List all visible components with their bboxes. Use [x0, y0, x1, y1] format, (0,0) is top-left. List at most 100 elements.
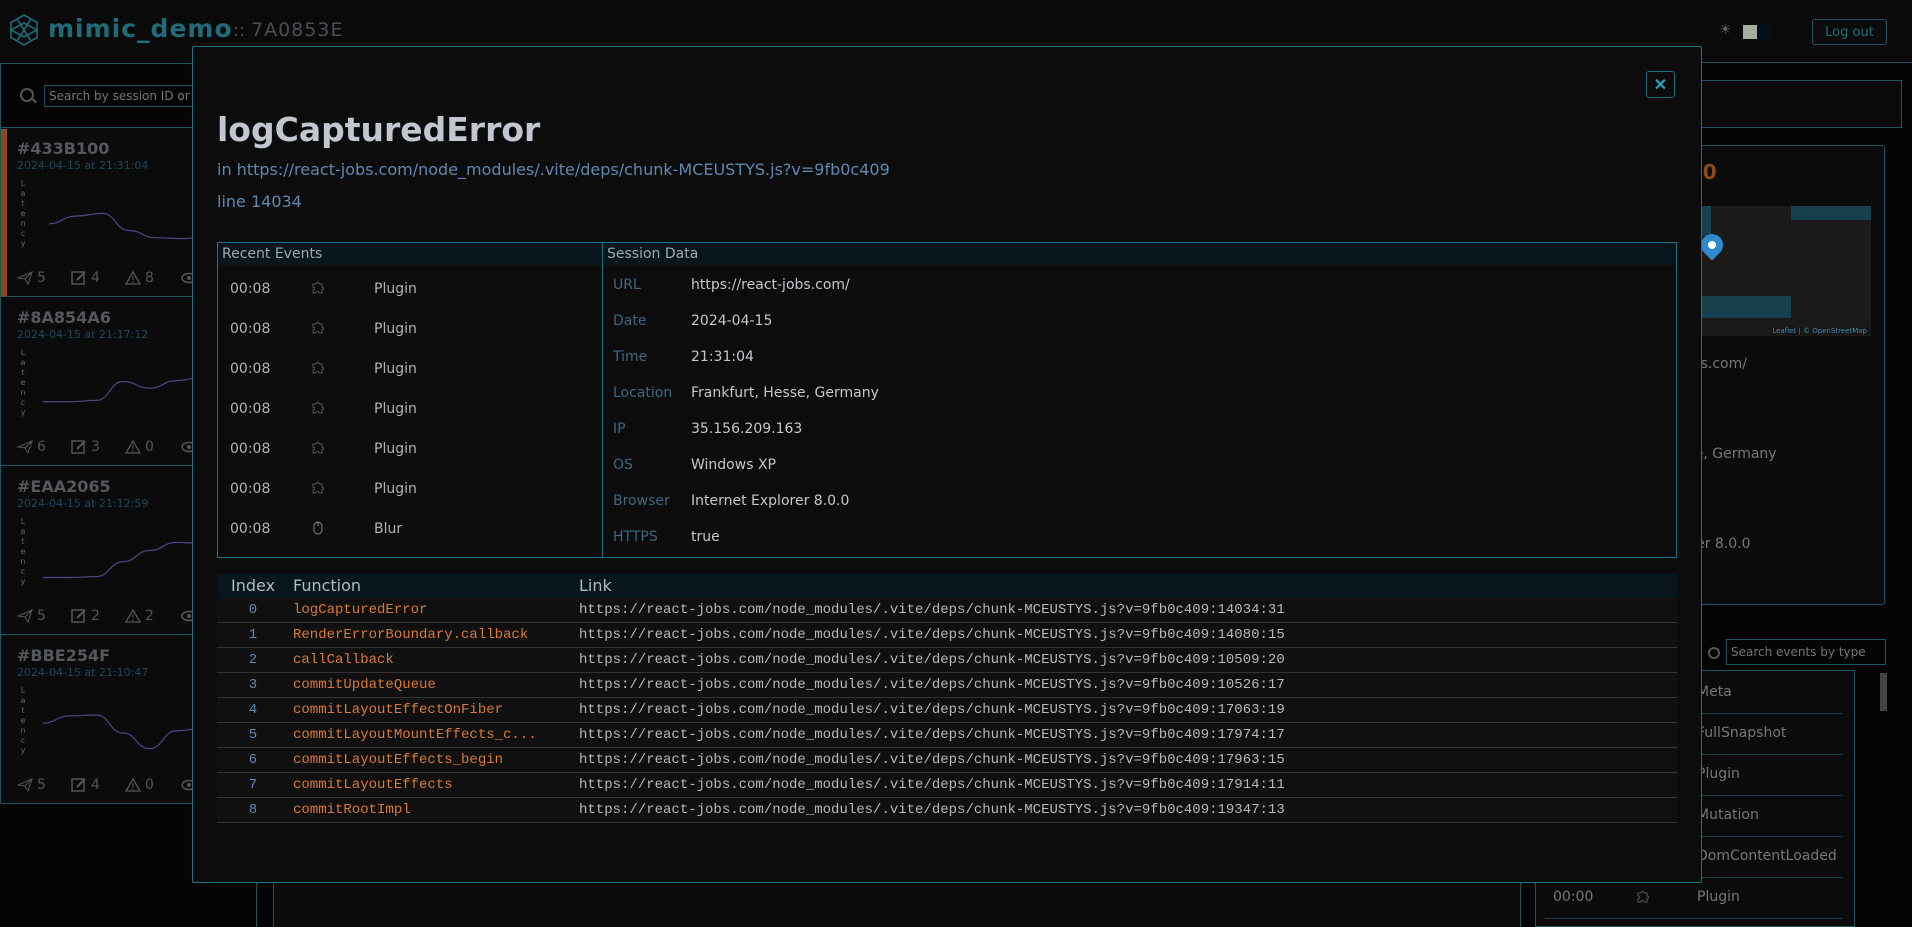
recent-event-row[interactable]: 00:08 Plugin [218, 429, 602, 469]
frame-index: 8 [248, 802, 258, 818]
puzzle-icon [310, 440, 326, 456]
latency-sparkline [48, 212, 207, 240]
close-modal-button[interactable]: ✕ [1646, 71, 1675, 98]
error-source-file[interactable]: in https://react-jobs.com/node_modules/.… [217, 160, 890, 179]
stack-frame-row[interactable]: 0 logCapturedError https://react-jobs.com/… [217, 598, 1677, 623]
project-id: 7A0853E [251, 19, 344, 41]
frame-link[interactable]: https://react-jobs.com/node_modules/.vit… [579, 602, 1285, 618]
recent-event-row[interactable]: 00:08 Plugin [218, 469, 602, 509]
event-list-row[interactable]: 00:00 Plugin [1545, 878, 1842, 919]
session-data-key: OS [613, 457, 633, 473]
stack-frame-row[interactable]: 1 RenderErrorBoundary.callback https://rea… [217, 623, 1677, 648]
errors-stat: 2 [125, 607, 154, 625]
frame-link[interactable]: https://react-jobs.com/node_modules/.vit… [579, 677, 1285, 693]
stack-trace-table: Index Function Link 0 logCapturedError htt… [217, 574, 1677, 823]
session-data-row: OS Windows XP [603, 447, 1676, 483]
frame-function: commitLayoutEffectOnFiber [293, 702, 504, 718]
frame-link[interactable]: https://react-jobs.com/node_modules/.vit… [579, 752, 1285, 768]
edit-icon [71, 271, 86, 285]
clicks-stat: 6 [17, 438, 46, 456]
logo-icon [9, 14, 39, 46]
event-search-input[interactable] [1726, 639, 1886, 665]
stack-frame-row[interactable]: 4 commitLayoutEffectOnFiber https://react-… [217, 698, 1677, 723]
session-data-key: Time [613, 349, 648, 365]
event-time: 00:08 [230, 521, 271, 537]
frame-link[interactable]: https://react-jobs.com/node_modules/.vit… [579, 727, 1285, 743]
column-header-link: Link [579, 576, 612, 595]
logout-button[interactable]: Log out [1812, 19, 1887, 45]
session-data-row: Location Frankfurt, Hesse, Germany [603, 375, 1676, 411]
frame-link[interactable]: https://react-jobs.com/node_modules/.vit… [579, 627, 1285, 643]
puzzle-icon [1635, 889, 1651, 909]
event-type: FullSnapshot [1697, 725, 1787, 741]
frame-function: RenderErrorBoundary.callback [293, 627, 529, 643]
recent-event-row[interactable]: 00:08 Plugin [218, 269, 602, 309]
session-data-row: Browser Internet Explorer 8.0.0 [603, 483, 1676, 519]
recent-event-row[interactable]: 00:08 Blur [218, 509, 602, 549]
stack-frame-row[interactable]: 6 commitLayoutEffects_begin https://react-… [217, 748, 1677, 773]
session-data-row: URL https://react-jobs.com/ [603, 267, 1676, 303]
send-icon [17, 778, 33, 792]
latency-axis-label: Latency [20, 348, 26, 417]
brand-name[interactable]: mimic_demo [48, 14, 233, 43]
puzzle-icon [310, 400, 326, 416]
frame-link[interactable]: https://react-jobs.com/node_modules/.vit… [579, 802, 1285, 818]
errors-stat: 0 [125, 776, 154, 794]
frame-index: 7 [248, 777, 258, 793]
frame-index: 5 [248, 727, 258, 743]
send-icon [17, 271, 33, 285]
session-id: #BBE254F [17, 646, 111, 665]
close-icon: ✕ [1653, 76, 1668, 94]
latency-sparkline [43, 376, 201, 403]
frame-link[interactable]: https://react-jobs.com/node_modules/.vit… [579, 777, 1285, 793]
search-icon [20, 88, 34, 102]
stack-frame-row[interactable]: 2 callCallback https://react-jobs.com/node… [217, 648, 1677, 673]
puzzle-icon [310, 320, 326, 336]
stack-frame-row[interactable]: 5 commitLayoutMountEffects_c... https://re… [217, 723, 1677, 748]
mouse-icon [310, 520, 326, 536]
stack-frame-row[interactable]: 3 commitUpdateQueue https://react-jobs.com… [217, 673, 1677, 698]
session-data-value: 21:31:04 [691, 349, 754, 365]
session-data-key: Browser [613, 493, 670, 509]
latency-line [43, 541, 201, 579]
session-id: #EAA2065 [17, 477, 111, 496]
session-datetime: 2024-04-15 at 21:10:47 [17, 666, 149, 679]
session-data-value: Windows XP [691, 457, 776, 473]
event-type: Plugin [374, 481, 417, 497]
event-time: 00:08 [230, 401, 271, 417]
session-data-row: Date 2024-04-15 [603, 303, 1676, 339]
frame-index: 6 [248, 752, 258, 768]
edit-icon [71, 609, 86, 623]
event-time: 00:08 [230, 481, 271, 497]
recent-event-row[interactable]: 00:08 Plugin [218, 389, 602, 429]
errors-count: 8 [145, 270, 154, 286]
session-datetime: 2024-04-15 at 21:12:59 [17, 497, 149, 510]
stack-frame-row[interactable]: 8 commitRootImpl https://react-jobs.com/no… [217, 798, 1677, 823]
frame-link[interactable]: https://react-jobs.com/node_modules/.vit… [579, 652, 1285, 668]
session-data-heading: Session Data [603, 243, 1676, 265]
event-type: Plugin [1697, 766, 1740, 782]
frame-function: commitLayoutEffects [293, 777, 453, 793]
warning-icon [125, 440, 141, 454]
theme-toggle[interactable] [1743, 25, 1772, 39]
theme-toggle-knob [1743, 25, 1757, 39]
stack-trace-header: Index Function Link [217, 574, 1677, 598]
search-icon [1708, 647, 1720, 659]
frame-link[interactable]: https://react-jobs.com/node_modules/.vit… [579, 702, 1285, 718]
event-type: Plugin [374, 281, 417, 297]
session-data-key: HTTPS [613, 529, 658, 545]
frame-function: commitUpdateQueue [293, 677, 436, 693]
map-attribution[interactable]: Leaflet | © OpenStreetMap [1770, 327, 1869, 335]
edits-stat: 4 [71, 269, 100, 287]
recent-event-row[interactable]: 00:08 Plugin [218, 349, 602, 389]
frame-function: commitLayoutEffects_begin [293, 752, 504, 768]
stack-frame-row[interactable]: 7 commitLayoutEffects https://react-jobs.c… [217, 773, 1677, 798]
session-data-panel: Session Data URL https://react-jobs.com/D… [602, 242, 1677, 558]
event-time: 00:08 [230, 441, 271, 457]
recent-event-row[interactable]: 00:08 Plugin [218, 309, 602, 349]
recent-events-heading: Recent Events [218, 243, 602, 265]
session-data-value: Internet Explorer 8.0.0 [691, 493, 850, 509]
event-list-scrollbar[interactable] [1880, 673, 1887, 711]
frame-index: 0 [248, 602, 258, 618]
clicks-count: 6 [37, 439, 46, 455]
